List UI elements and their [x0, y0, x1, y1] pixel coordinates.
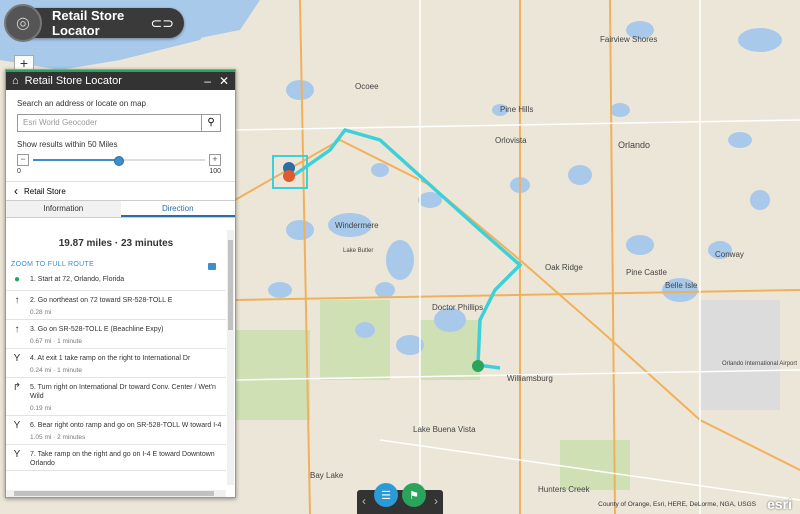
route-summary: 19.87 miles · 23 minutes — [58, 238, 174, 249]
scrollbar-thumb[interactable] — [228, 240, 233, 330]
place-label: Doctor Phillips — [432, 303, 483, 312]
slider-max: 100 — [209, 168, 221, 175]
step-meta: 0.67 mi · 1 minute — [30, 338, 83, 345]
slider-scale: 0 100 — [17, 168, 221, 175]
step-text: 4. At exit 1 take ramp on the right to I… — [30, 355, 191, 362]
place-label: Fairview Shores — [600, 35, 657, 44]
store-icon: ⌂ — [12, 75, 19, 87]
direction-step[interactable]: ↑ 2. Go northeast on 72 toward SR-528-TO… — [6, 291, 226, 320]
fork-right-icon: Y — [13, 420, 21, 431]
place-label: Pine Castle — [626, 268, 667, 277]
place-label: Pine Hills — [500, 105, 533, 114]
minimize-icon[interactable]: – — [204, 74, 211, 88]
slider-min: 0 — [17, 168, 21, 175]
place-label: Windermere — [335, 221, 379, 230]
scrollbar-thumb[interactable] — [14, 491, 214, 496]
place-label: Orlando International Airport — [722, 361, 797, 367]
slider-minus-button[interactable]: − — [17, 154, 29, 166]
direction-step[interactable]: ● 1. Start at 72, Orlando, Florida — [6, 270, 226, 291]
tab-direction[interactable]: Direction — [120, 201, 235, 217]
step-meta: 0.19 mi — [30, 405, 52, 412]
list-icon[interactable]: ☰ — [374, 483, 398, 507]
app-title-bar: ◎ Retail Store Locator ⊂⊃ — [4, 4, 184, 42]
bottom-toolbar: ‹ ☰ ⚑ › — [357, 483, 443, 514]
direction-step[interactable]: ↱ 5. Turn right on International Dr towa… — [6, 378, 226, 416]
slider-plus-button[interactable]: + — [209, 154, 221, 166]
place-label: Hunters Creek — [538, 485, 591, 494]
destination-pin-icon[interactable] — [283, 170, 295, 182]
place-label: Conway — [715, 250, 744, 259]
search-input[interactable]: Esri World Geocoder — [17, 114, 202, 132]
place-label: Lake Butler — [343, 248, 373, 254]
place-label: Lake Buena Vista — [413, 425, 476, 434]
step-text: 2. Go northeast on 72 toward SR-528-TOLL… — [30, 297, 173, 304]
slider-thumb[interactable] — [114, 156, 124, 166]
step-text: 3. Go on SR-528-TOLL E (Beachline Expy) — [30, 326, 164, 333]
directions-list: 19.87 miles · 23 minutes ZOOM TO FULL RO… — [6, 230, 226, 487]
direction-step[interactable]: Y 4. At exit 1 take ramp on the right to… — [6, 349, 226, 378]
close-icon[interactable]: ✕ — [219, 74, 229, 88]
tab-information[interactable]: Information — [6, 201, 121, 217]
step-text: 6. Bear right onto ramp and go on SR-528… — [30, 422, 222, 429]
panel-title: Retail Store Locator — [24, 75, 122, 87]
esri-logo: esri — [767, 496, 792, 512]
tab-bar: Information Direction — [6, 200, 235, 218]
fork-right-icon: Y — [13, 449, 21, 460]
step-meta: 0.24 mi · 1 minute — [30, 367, 83, 374]
radius-slider[interactable]: − + — [17, 154, 221, 168]
map-attribution: County of Orange, Esri, HERE, DeLorme, N… — [598, 501, 756, 508]
route-icon[interactable]: ⚑ — [402, 483, 426, 507]
panel-header: ⌂ Retail Store Locator – ✕ — [6, 70, 235, 90]
step-text: 7. Take ramp on the right and go on I-4 … — [30, 451, 215, 467]
start-pin-icon: ● — [13, 274, 21, 285]
place-label: Orlovista — [495, 136, 527, 145]
place-label: Belle Isle — [665, 281, 698, 290]
vertical-scrollbar[interactable] — [227, 230, 234, 485]
store-locator-panel: ⌂ Retail Store Locator – ✕ Search an add… — [5, 69, 236, 498]
search-icon[interactable]: ⚲ — [202, 114, 221, 132]
origin-pin-icon[interactable] — [472, 360, 484, 372]
direction-step[interactable]: ↑ 3. Go on SR-528-TOLL E (Beachline Expy… — [6, 320, 226, 349]
turn-right-icon: ↱ — [12, 382, 22, 393]
place-label: Orlando — [618, 140, 650, 150]
back-to-store[interactable]: ‹ Retail Store — [6, 181, 235, 200]
place-label: Williamsburg — [507, 374, 553, 383]
step-text: 5. Turn right on International Dr toward… — [30, 384, 216, 400]
slider-track[interactable] — [33, 156, 205, 166]
direction-step[interactable]: Y 7. Take ramp on the right and go on I-… — [6, 445, 226, 471]
app-title: Retail Store Locator — [52, 8, 125, 38]
radius-label: Show results within 50 Miles — [17, 140, 118, 149]
search-box: Esri World Geocoder ⚲ — [17, 114, 221, 132]
direction-step[interactable]: Y 6. Bear right onto ramp and go on SR-5… — [6, 416, 226, 445]
straight-arrow-icon: ↑ — [14, 324, 20, 335]
search-label: Search an address or locate on map — [17, 99, 146, 108]
step-meta: 1.05 mi · 2 minutes — [30, 434, 86, 441]
step-meta: 0.28 mi — [30, 309, 52, 316]
place-label: Ocoee — [355, 82, 379, 91]
zoom-full-route-link[interactable]: ZOOM TO FULL ROUTE — [11, 261, 94, 270]
horizontal-scrollbar[interactable] — [6, 490, 226, 497]
link-icon[interactable]: ⊂⊃ — [151, 15, 174, 32]
step-text: 1. Start at 72, Orlando, Florida — [30, 276, 125, 283]
prev-arrow-icon[interactable]: ‹ — [362, 494, 366, 508]
place-label: Oak Ridge — [545, 263, 583, 272]
next-arrow-icon[interactable]: › — [434, 494, 438, 508]
chevron-left-icon: ‹ — [14, 184, 18, 198]
straight-arrow-icon: ↑ — [14, 295, 20, 306]
place-label: Bay Lake — [310, 471, 344, 480]
compass-logo-icon: ◎ — [4, 4, 42, 42]
print-icon[interactable] — [208, 263, 216, 270]
fork-right-icon: Y — [13, 353, 21, 364]
slider-fill — [33, 159, 119, 161]
back-label: Retail Store — [24, 186, 66, 196]
